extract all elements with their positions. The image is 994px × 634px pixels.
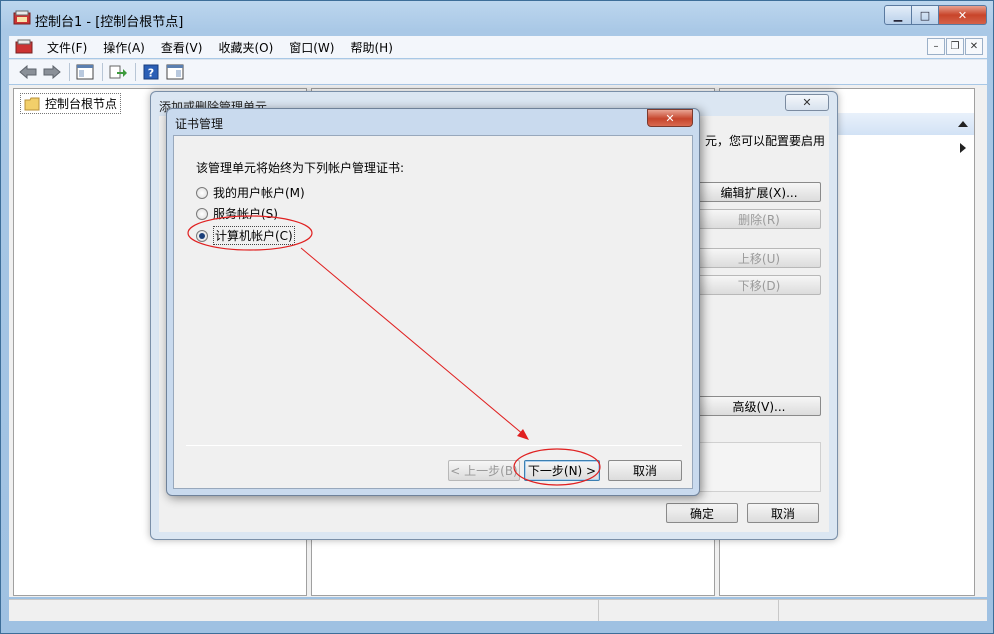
dialog-divider: [186, 445, 682, 446]
radio-label: 服务帐户(S): [213, 207, 278, 221]
tree-item-label: 控制台根节点: [45, 97, 118, 111]
status-bar: [9, 599, 987, 621]
cancel-button[interactable]: 取消: [747, 503, 819, 523]
radio-my-user-account[interactable]: 我的用户帐户(M): [196, 184, 305, 201]
menu-help[interactable]: 帮助(H): [342, 39, 400, 56]
menu-action[interactable]: 操作(A): [95, 39, 153, 56]
description-box: [697, 442, 821, 492]
mdi-close-button[interactable]: ✕: [965, 38, 983, 55]
forward-button[interactable]: [41, 62, 63, 82]
cancel-button[interactable]: 取消: [608, 460, 682, 481]
account-prompt: 该管理单元将始终为下列帐户管理证书:: [196, 161, 405, 175]
forward-arrow-icon: [43, 65, 61, 79]
console-tree-icon: [76, 64, 94, 80]
show-action-pane-button[interactable]: [164, 62, 186, 82]
certificate-snapin-dialog: 证书管理 ✕ 该管理单元将始终为下列帐户管理证书: 我的用户帐户(M) 服务帐户…: [166, 108, 700, 496]
radio-label: 我的用户帐户(M): [213, 186, 305, 200]
expand-arrow-icon[interactable]: [960, 143, 966, 153]
back-arrow-icon: [19, 65, 37, 79]
svg-text:?: ?: [148, 67, 154, 80]
window-controls: ▁ □ ✕: [884, 5, 987, 25]
mdi-minimize-button[interactable]: –: [927, 38, 945, 55]
menu-bar: 文件(F) 操作(A) 查看(V) 收藏夹(O) 窗口(W) 帮助(H) – ❐…: [9, 36, 987, 58]
dialog-description: 元，您可以配置要启用: [705, 134, 826, 148]
radio-label: 计算机帐户(C): [213, 226, 295, 245]
dialog-close-button[interactable]: ✕: [785, 94, 829, 111]
help-icon: ?: [143, 64, 159, 80]
radio-button[interactable]: [196, 207, 208, 220]
edit-extensions-button[interactable]: 编辑扩展(X)...: [697, 182, 821, 202]
minimize-button[interactable]: ▁: [884, 5, 912, 25]
dialog-body: 该管理单元将始终为下列帐户管理证书: 我的用户帐户(M) 服务帐户(S) 计算机…: [173, 135, 693, 489]
toolbar: ?: [9, 59, 987, 84]
remove-button[interactable]: 删除(R): [697, 209, 821, 229]
mmc-console-icon: [13, 10, 31, 25]
mdi-controls: – ❐ ✕: [926, 38, 983, 55]
move-up-button[interactable]: 上移(U): [697, 248, 821, 268]
radio-computer-account[interactable]: 计算机帐户(C): [196, 226, 295, 245]
radio-service-account[interactable]: 服务帐户(S): [196, 205, 278, 222]
status-cell: [9, 600, 599, 621]
mdi-restore-button[interactable]: ❐: [946, 38, 964, 55]
tree-item-console-root[interactable]: 控制台根节点: [20, 93, 122, 114]
show-hide-tree-button[interactable]: [74, 62, 96, 82]
mmc-menu-icon[interactable]: [15, 39, 33, 55]
dialog-close-button[interactable]: ✕: [647, 109, 693, 127]
radio-button[interactable]: [196, 186, 208, 199]
menu-file[interactable]: 文件(F): [39, 39, 95, 56]
menu-favorites[interactable]: 收藏夹(O): [210, 39, 281, 56]
radio-button-selected[interactable]: [196, 229, 208, 242]
maximize-button[interactable]: □: [912, 5, 939, 25]
toolbar-separator: [102, 63, 103, 81]
dialog-title: 证书管理: [175, 117, 224, 131]
window-title: 控制台1 - [控制台根节点]: [35, 15, 184, 30]
move-down-button[interactable]: 下移(D): [697, 275, 821, 295]
export-list-button[interactable]: [107, 62, 129, 82]
action-pane-icon: [166, 64, 184, 80]
status-cell: [599, 600, 779, 621]
ok-button[interactable]: 确定: [666, 503, 738, 523]
toolbar-separator: [69, 63, 70, 81]
folder-icon: [24, 97, 40, 110]
advanced-button[interactable]: 高级(V)...: [697, 396, 821, 416]
toolbar-separator: [135, 63, 136, 81]
collapse-arrow-icon[interactable]: [958, 121, 968, 127]
back-button[interactable]: < 上一步(B): [448, 460, 520, 481]
export-icon: [109, 65, 127, 79]
menu-view[interactable]: 查看(V): [153, 39, 211, 56]
back-button[interactable]: [17, 62, 39, 82]
menu-window[interactable]: 窗口(W): [281, 39, 342, 56]
help-button[interactable]: ?: [140, 62, 162, 82]
close-button[interactable]: ✕: [939, 5, 987, 25]
title-bar[interactable]: 控制台1 - [控制台根节点] ▁ □ ✕: [1, 1, 993, 35]
next-button[interactable]: 下一步(N) >: [524, 460, 600, 481]
